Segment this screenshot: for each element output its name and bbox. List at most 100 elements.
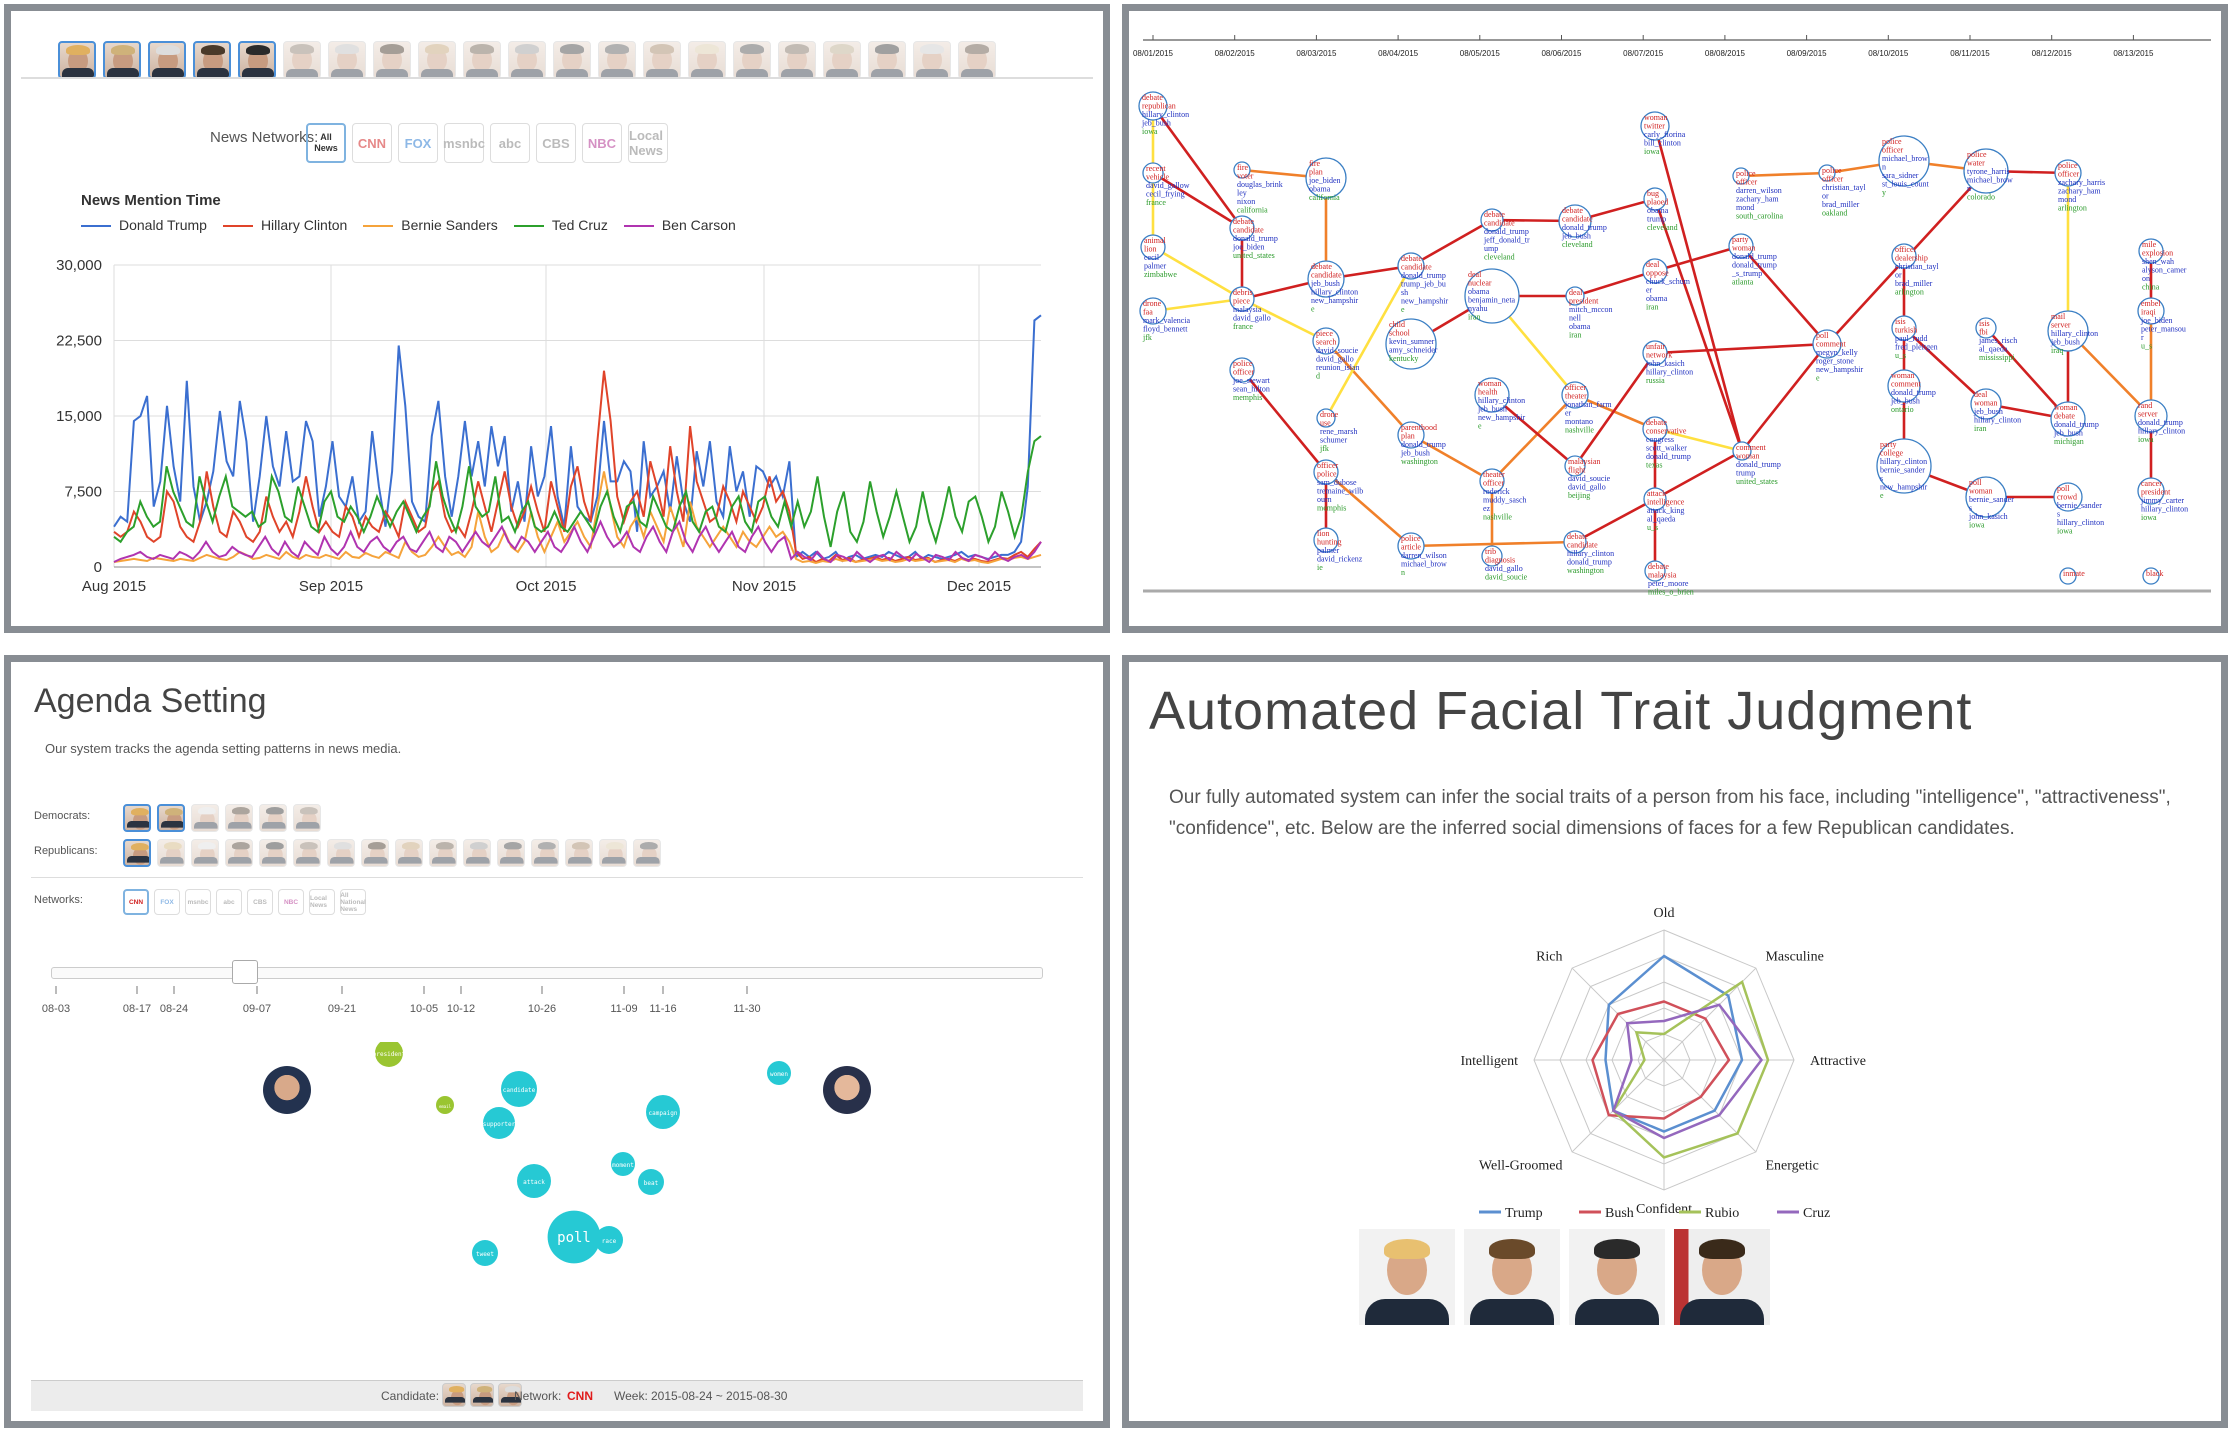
network-button-cbs[interactable]: CBS (247, 889, 273, 915)
candidate-thumb[interactable] (442, 1383, 466, 1407)
agenda-footer: Candidate: Network: CNN Week: 2015-08-24… (31, 1380, 1083, 1411)
week-slider-track[interactable] (51, 967, 1043, 979)
network-button-all-national-news[interactable]: All National News (340, 889, 366, 915)
network-button-cnn[interactable]: CNN (123, 889, 149, 915)
node-label-line: michael_brow (1967, 176, 2013, 185)
footer-candidate-label: Candidate: (381, 1389, 440, 1403)
node-label-line: cleveland (1647, 223, 1678, 232)
topic-node: womantwittercarly_fiorinabill_clintoniow… (1640, 111, 1686, 156)
candidate-thumb[interactable] (225, 804, 253, 832)
radar-axis-label: Masculine (1765, 949, 1823, 964)
suit-shape (473, 1397, 493, 1403)
candidate-thumb[interactable] (157, 804, 185, 832)
legend-label: Cruz (1803, 1206, 1830, 1221)
topic-node: policearticledarren_wilsonmichael_brown (1397, 532, 1447, 577)
hair-shape (300, 842, 318, 850)
graph-edge (1654, 244, 1742, 273)
week-slider-handle[interactable] (232, 960, 258, 984)
network-button-msnbc[interactable]: msnbc (185, 889, 211, 915)
topic-node: isisfbijames_rischal_qaedamississippi (1975, 317, 2017, 362)
radar-series-trump (1604, 954, 1744, 1133)
topic-node: debatecandidatehillary_clintondonald_tru… (1563, 530, 1614, 575)
candidate-thumb[interactable] (191, 839, 219, 867)
candidate-thumb[interactable] (531, 839, 559, 867)
topic-node: parenthoodplandonald_trumpjeb_bushwashin… (1397, 421, 1446, 466)
topic-node: policeofficerchristian_taylorbrad_miller… (1818, 164, 1866, 218)
slider-tick-label: 11-16 (649, 1003, 676, 1015)
network-button-nbc[interactable]: NBC (278, 889, 304, 915)
hair-shape (606, 842, 624, 850)
network-button-local-news[interactable]: Local News (309, 889, 335, 915)
suit-shape (228, 857, 252, 864)
candidate-thumb[interactable] (361, 839, 389, 867)
node-label-line: memphis (1233, 393, 1262, 402)
topic-node: mailserverhillary_clintonjeb_bushiraq (2047, 310, 2098, 355)
topic-node: womandebatedonald_trumpjeb_bushmichigan (2050, 401, 2099, 446)
candidate-thumb[interactable] (225, 839, 253, 867)
suit-shape (127, 856, 149, 863)
candidate-thumb[interactable] (565, 839, 593, 867)
candidate-thumb[interactable] (259, 804, 287, 832)
topic-bubble: beat (638, 1169, 664, 1195)
hair-shape (470, 842, 488, 850)
node-label-line: david_rickenz (1317, 555, 1363, 564)
candidate-thumb[interactable] (497, 839, 525, 867)
hair-shape (232, 842, 250, 850)
radar-axis-label: Old (1654, 906, 1675, 921)
hair-shape (538, 842, 556, 850)
node-label-line: iran (1974, 424, 1986, 433)
node-label-line: michigan (2054, 437, 2084, 446)
candidate-thumb[interactable] (259, 839, 287, 867)
timeline-date: 08/09/2015 (1787, 49, 1828, 58)
candidate-thumb[interactable] (395, 839, 423, 867)
hair-shape (300, 807, 318, 815)
candidate-thumb[interactable] (191, 804, 219, 832)
bubble-label: poll (557, 1230, 591, 1246)
suit-shape (602, 857, 626, 864)
node-label-line: colorado (1967, 193, 1995, 202)
republican-thumbnails (123, 839, 661, 867)
topic-node: pollcommentmegyn_kellyroger_stonenew_ham… (1812, 329, 1863, 383)
trait-radar-chart: Old Masculine Attractive Energetic Confident… (1460, 906, 1866, 1221)
topic-node: debatecandidatedonald_trumpjeb_bushcleve… (1558, 204, 1607, 249)
topic-bubble: women (767, 1061, 791, 1085)
node-label-line: arlington (2058, 204, 2087, 213)
topic-node: lionhuntingpalmerdavid_rickenzie (1313, 527, 1363, 572)
graph-edge (1573, 352, 1657, 467)
network-button-fox[interactable]: FOX (154, 889, 180, 915)
candidate-thumb[interactable] (633, 839, 661, 867)
network-button-abc[interactable]: abc (216, 889, 242, 915)
candidate-thumb[interactable] (293, 839, 321, 867)
topic-node: dealnuclearobamabenjamin_netanyahuiran (1464, 268, 1520, 324)
node-label-line: iowa (1644, 147, 1660, 156)
democrat-thumbnails (123, 804, 321, 832)
node-label-line: new_hampshir (1401, 297, 1448, 306)
candidate-thumb[interactable] (429, 839, 457, 867)
node-label-line: d (1316, 372, 1320, 381)
node-label-line: u_s (1647, 523, 1658, 532)
topic-node: womancommentdonald_trumpjeb_bushontario (1887, 369, 1936, 414)
node-label-line: chuck_schum (1646, 277, 1691, 286)
candidate-thumb[interactable] (157, 839, 185, 867)
topic-node: policewatertyrone_harrismichael_browncol… (1963, 148, 2013, 202)
topic-node: debatecandidatedonald_trumpjoe_bidenunit… (1229, 215, 1278, 260)
facial-trait-title: Automated Facial Trait Judgment (1149, 681, 1973, 741)
topic-node: malaysianflightdavid_souciedavid_gallobe… (1564, 455, 1611, 500)
candidate-thumb[interactable] (470, 1383, 494, 1407)
topic-bubble: candidate (501, 1071, 537, 1107)
candidate-thumb[interactable] (599, 839, 627, 867)
x-tick-label: Nov 2015 (732, 578, 796, 595)
timeline-date: 08/11/2015 (1950, 49, 1990, 58)
suit-shape (466, 857, 490, 864)
node-label-line: new_hampshir (1311, 296, 1358, 305)
footer-week-label: Week: (614, 1389, 648, 1403)
candidate-thumb[interactable] (123, 839, 151, 867)
candidate-thumb[interactable] (327, 839, 355, 867)
candidate-thumb[interactable] (123, 804, 151, 832)
bubble-label: supporter (483, 1121, 516, 1128)
node-label-line: iran (1468, 313, 1480, 322)
candidate-thumb[interactable] (463, 839, 491, 867)
node-label-line: u_s (1895, 351, 1906, 360)
candidate-thumb[interactable] (293, 804, 321, 832)
hair-shape (1384, 1239, 1430, 1259)
